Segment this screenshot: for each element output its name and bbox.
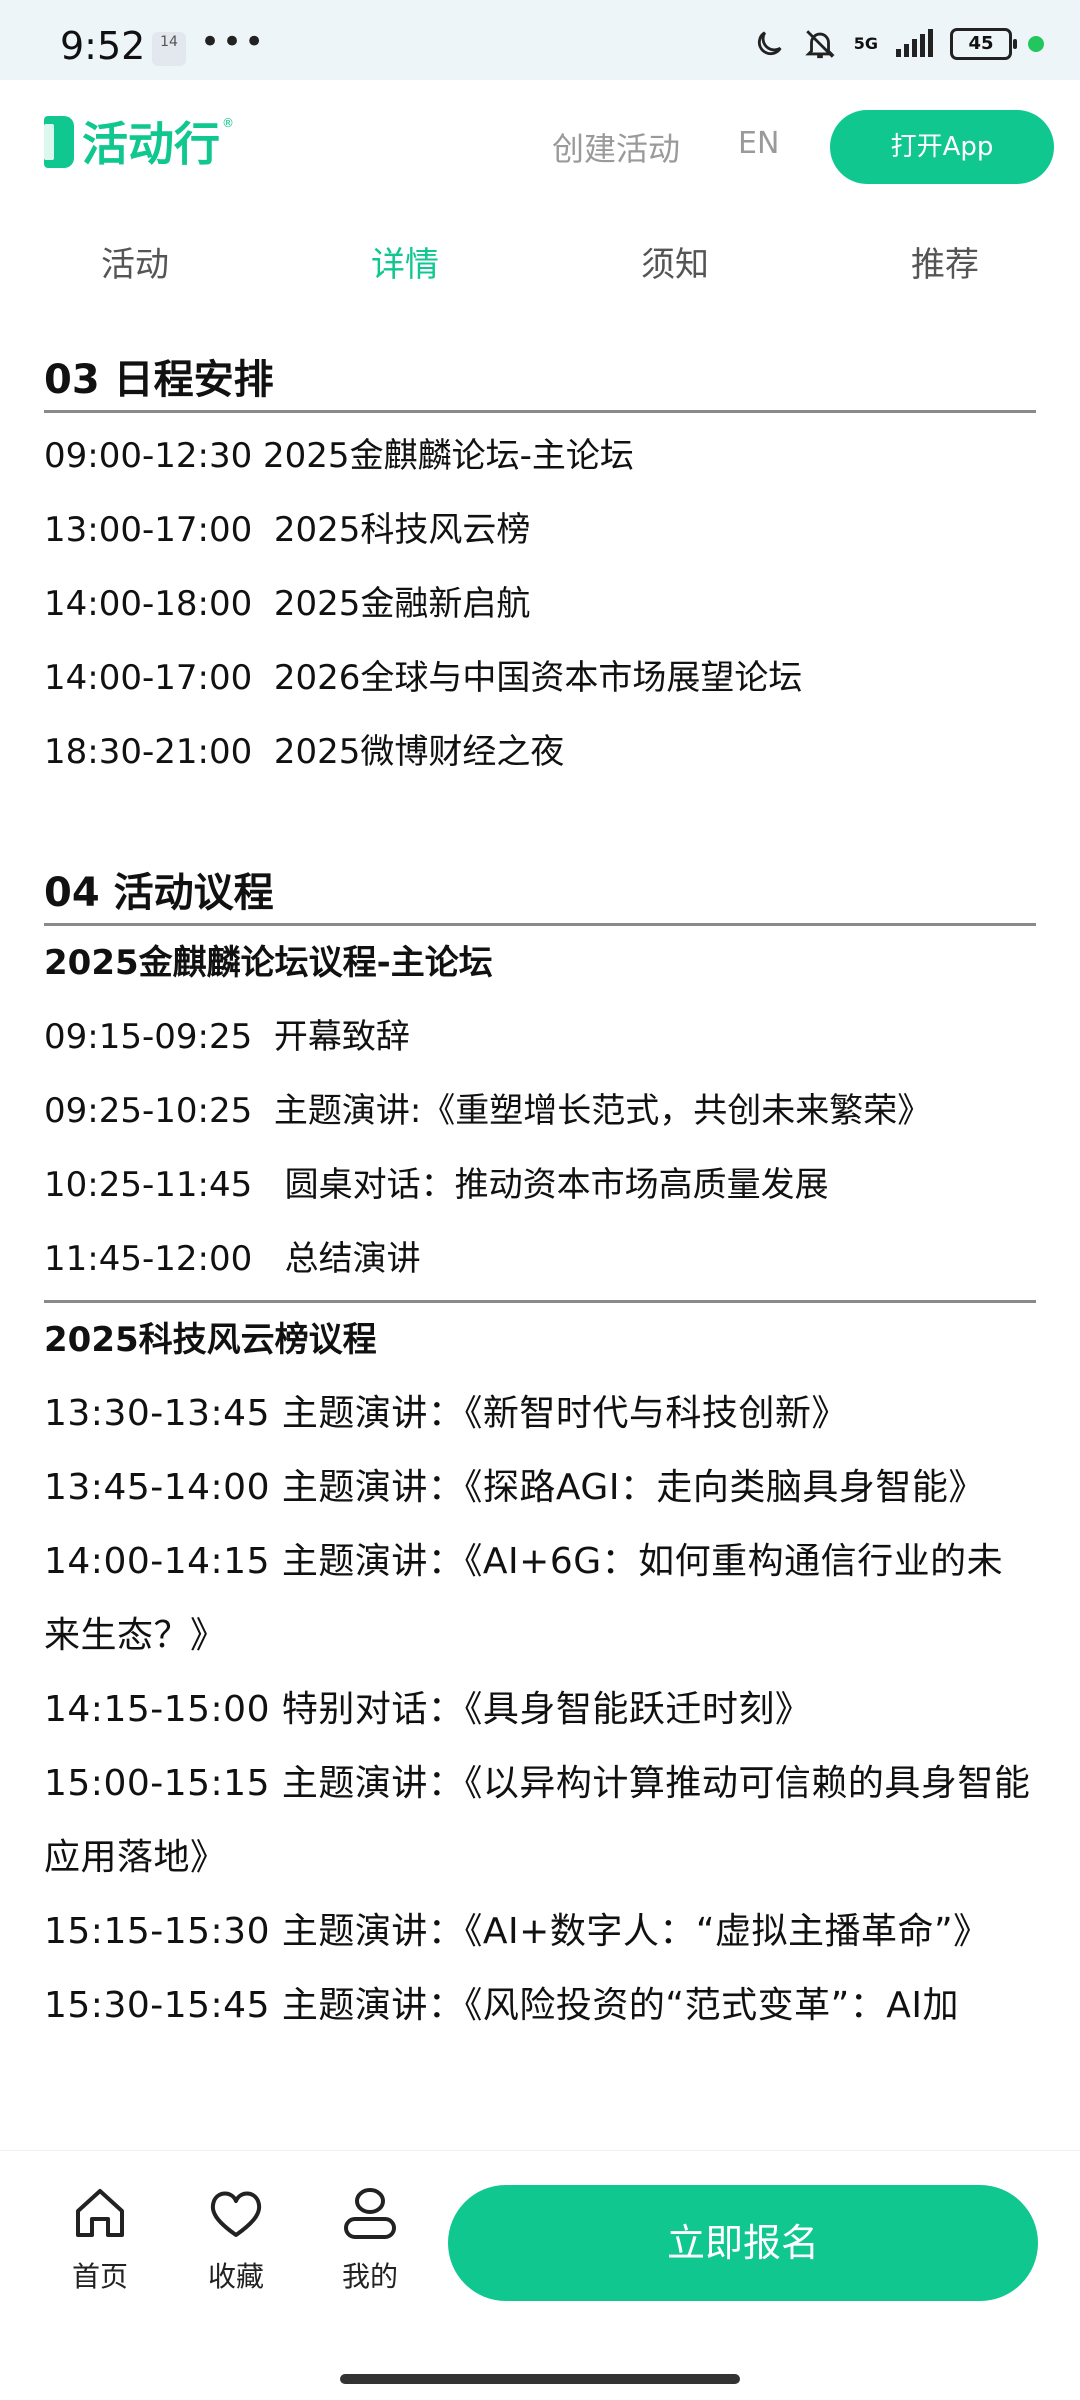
tab-details[interactable]: 详情 <box>270 220 540 310</box>
open-app-button[interactable]: 打开App <box>830 110 1054 184</box>
tab-recommend[interactable]: 推荐 <box>810 220 1080 310</box>
agenda-item: 10:25-11:45 圆桌对话：推动资本市场高质量发展 <box>44 1165 829 1205</box>
nav-home-label: 首页 <box>71 2260 128 2293</box>
app-header: 活动行 ® 创建活动 EN 打开App <box>0 80 1080 220</box>
create-event-link[interactable]: 创建活动 <box>552 124 680 170</box>
nav-home[interactable]: 首页 <box>50 2183 150 2295</box>
agenda-title: 04 活动议程 <box>44 843 1036 926</box>
forum2-list: 13:30-13:45 主题演讲：《新智时代与科技创新》 13:45-14:00… <box>44 1377 1036 2043</box>
tab-notice[interactable]: 须知 <box>540 220 810 310</box>
logo-mark-icon <box>44 116 74 168</box>
schedule-list: 09:00-12:30 2025金麒麟论坛-主论坛 13:00-17:00 20… <box>44 419 1036 789</box>
language-toggle[interactable]: EN <box>738 126 779 161</box>
nav-me[interactable]: 我的 <box>320 2183 420 2295</box>
agenda-item: 09:15-09:25 开幕致辞 <box>44 1017 410 1057</box>
schedule-item: 09:00-12:30 2025金麒麟论坛-主论坛 <box>44 436 634 476</box>
logo[interactable]: 活动行 ® <box>44 116 234 172</box>
home-icon <box>76 2189 124 2237</box>
bottom-bar: 首页 收藏 我的 立即报名 <box>0 2150 1080 2341</box>
mute-icon <box>804 30 835 59</box>
moon-icon <box>757 31 782 56</box>
schedule-title: 03 日程安排 <box>44 330 1036 413</box>
heart-icon <box>210 2191 262 2237</box>
registered-icon: ® <box>222 116 234 130</box>
agenda-item: 09:25-10:25 主题演讲:《重塑增长范式，共创未来繁荣》 <box>44 1091 932 1131</box>
status-bar: 9:52 14 ••• 5G 45 <box>0 0 1080 80</box>
logo-text: 活动行 <box>82 117 220 171</box>
status-icons: 5G 45 <box>752 24 1044 64</box>
signup-button[interactable]: 立即报名 <box>448 2185 1038 2301</box>
more-notifications-icon: ••• <box>200 22 267 62</box>
agenda-item: 14:00-14:15 主题演讲：《AI+6G：如何重构通信行业的未来生态？》 <box>44 1541 1004 1656</box>
forum2-title: 2025科技风云榜议程 <box>44 1320 377 1360</box>
tab-bar: 活动 详情 须知 推荐 <box>0 220 1080 310</box>
schedule-item: 18:30-21:00 2025微博财经之夜 <box>44 732 565 772</box>
details-content[interactable]: 03 日程安排 09:00-12:30 2025金麒麟论坛-主论坛 13:00-… <box>44 330 1036 2150</box>
forum1-title: 2025金麒麟论坛议程-主论坛 <box>44 943 493 983</box>
schedule-item: 14:00-18:00 2025金融新启航 <box>44 584 531 624</box>
notification-icon: 14 <box>152 32 186 66</box>
nav-me-label: 我的 <box>341 2260 398 2293</box>
user-icon <box>344 2188 396 2239</box>
schedule-item: 13:00-17:00 2025科技风云榜 <box>44 510 531 550</box>
tab-activity[interactable]: 活动 <box>0 220 270 310</box>
status-time: 9:52 <box>60 24 146 68</box>
agenda-item: 13:45-14:00 主题演讲：《探路AGI：走向类脑具身智能》 <box>44 1467 985 1508</box>
agenda-item: 13:30-13:45 主题演讲：《新智时代与科技创新》 <box>44 1393 848 1434</box>
agenda-item: 15:30-15:45 主题演讲：《风险投资的“范式变革”：AI加 <box>44 1985 959 2026</box>
home-indicator[interactable] <box>340 2374 740 2384</box>
nav-favorite[interactable]: 收藏 <box>186 2183 286 2295</box>
agenda-item: 15:15-15:30 主题演讲：《AI+数字人：“虚拟主播革命”》 <box>44 1911 990 1952</box>
agenda-item: 11:45-12:00 总结演讲 <box>44 1239 421 1279</box>
nav-favorite-label: 收藏 <box>207 2260 264 2293</box>
signal-icon <box>896 29 933 57</box>
agenda-item: 15:00-15:15 主题演讲：《以异构计算推动可信赖的具身智能应用落地》 <box>44 1763 1031 1878</box>
network-type: 5G <box>853 34 878 53</box>
agenda-item: 14:15-15:00 特别对话：《具身智能跃迁时刻》 <box>44 1689 812 1730</box>
schedule-item: 14:00-17:00 2026全球与中国资本市场展望论坛 <box>44 658 803 698</box>
battery-icon: 45 <box>950 28 1017 60</box>
status-dot <box>1028 36 1044 52</box>
